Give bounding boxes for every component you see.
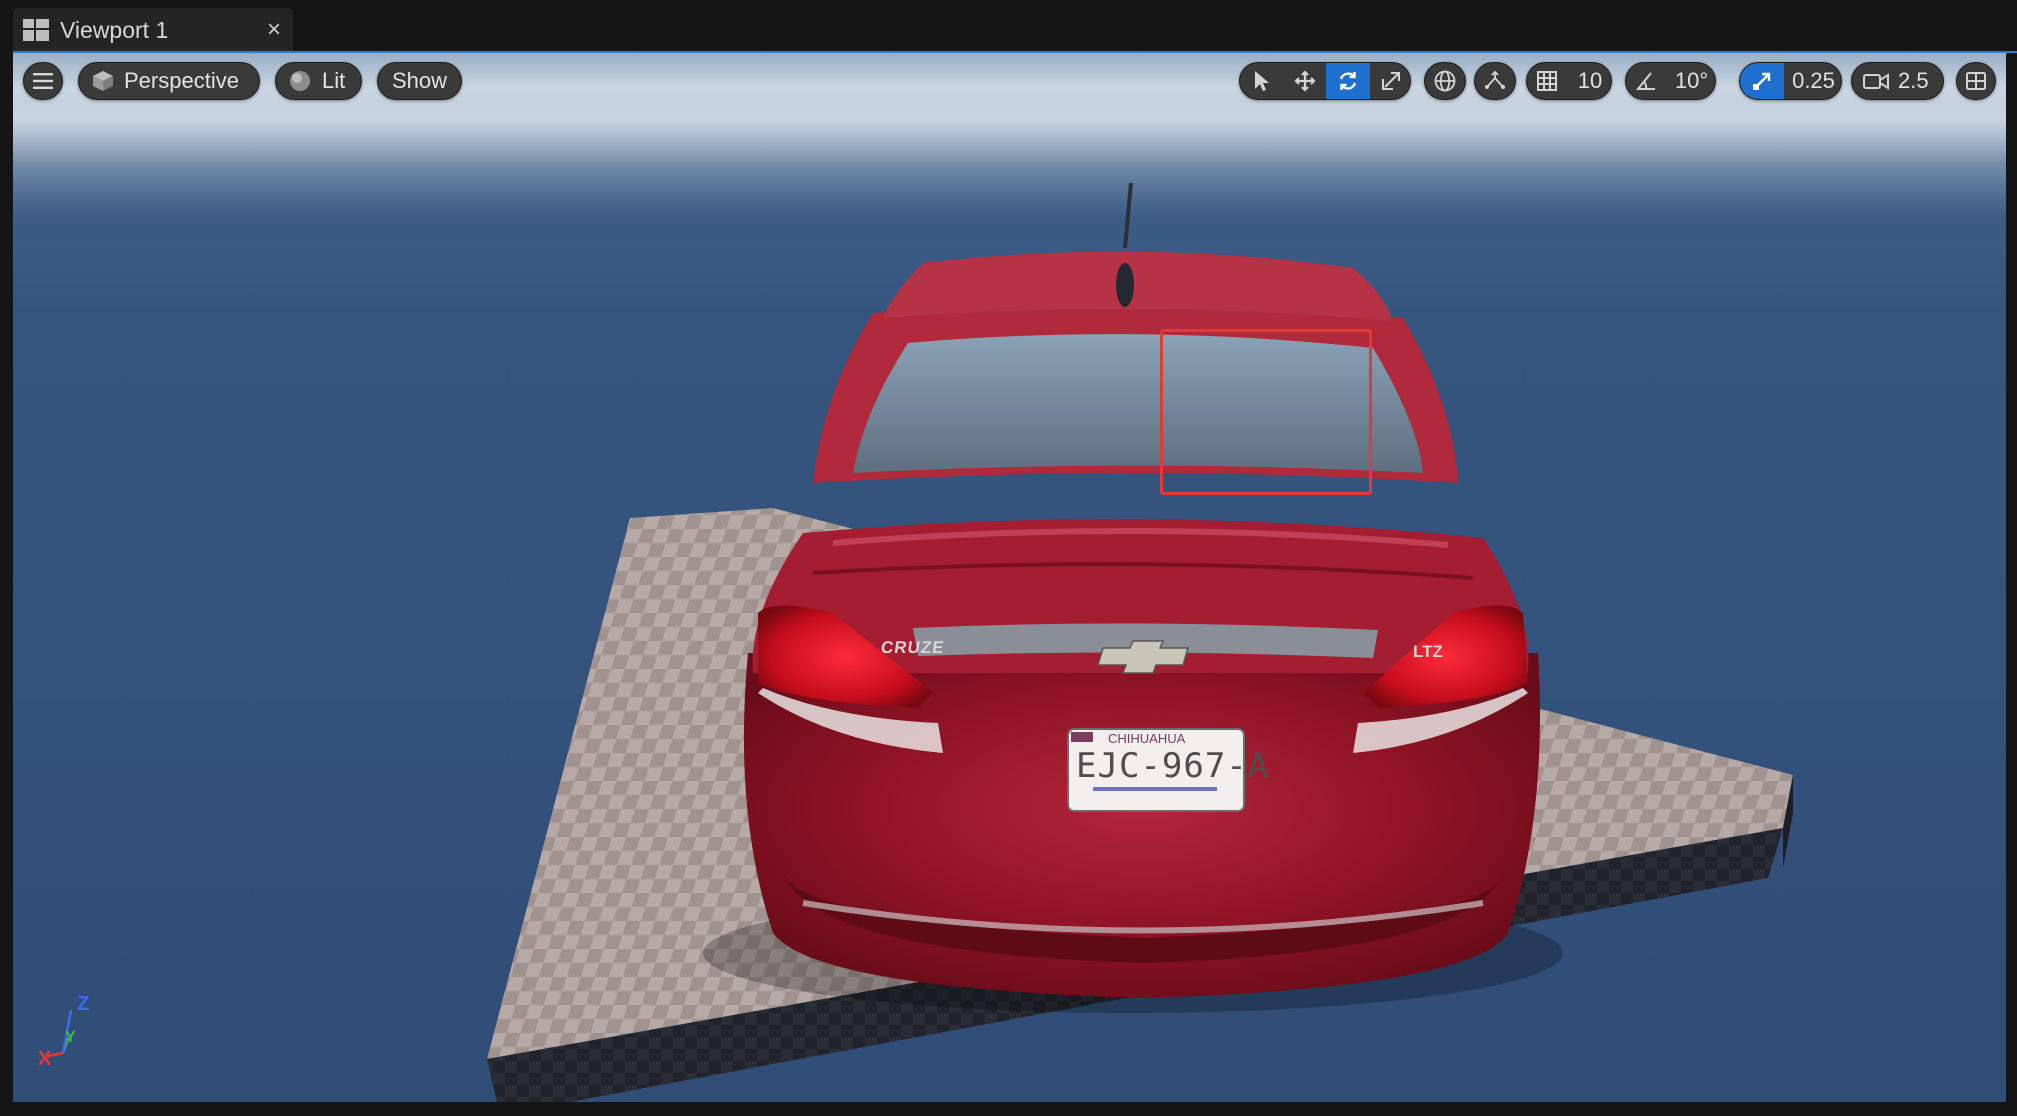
axis-y-label: Y [65, 1029, 76, 1046]
rotation-snap-value: 10° [1674, 68, 1709, 93]
scale-snap-group: 0.25 [1739, 62, 1842, 100]
close-icon[interactable]: × [259, 15, 289, 45]
scale-icon [1382, 72, 1400, 90]
rotate-icon [1339, 72, 1357, 90]
viewport-layout-button[interactable] [1956, 62, 1996, 100]
coordinate-space-button[interactable] [1424, 62, 1466, 100]
grid-snap-group: 10 [1526, 62, 1612, 100]
transform-tools-group [1239, 62, 1411, 100]
bottom-border [0, 1102, 2017, 1116]
angle-icon [1635, 72, 1655, 90]
axis-x-label: X [38, 1048, 52, 1070]
cube-icon [93, 71, 113, 91]
perspective-button[interactable]: Perspective [78, 62, 260, 100]
tab-title: Viewport 1 [60, 17, 169, 43]
perspective-label: Perspective [124, 68, 239, 93]
badge-cruze: CRUZE [879, 638, 946, 657]
lit-button[interactable]: Lit [275, 62, 362, 100]
license-plate-number: EJC-967-A [1076, 746, 1270, 786]
show-button[interactable]: Show [377, 62, 462, 100]
badge-ltz: LTZ [1413, 642, 1443, 661]
axis-gizmo: X Y Z [33, 993, 103, 1070]
scale-snap-value-button[interactable]: 0.25 [1784, 63, 1841, 99]
license-plate-region: CHIHUAHUA [1108, 731, 1186, 746]
rotation-snap-group: 10° [1625, 62, 1716, 100]
scale-snap-toggle[interactable] [1740, 63, 1784, 99]
tab-bar: Viewport 1 × [0, 0, 2017, 53]
hamburger-icon [33, 73, 53, 89]
scale-snap-icon [1753, 72, 1771, 90]
rotation-snap-value-button[interactable]: 10° [1666, 63, 1715, 99]
translate-tool-button[interactable] [1284, 63, 1326, 99]
grid-icon [1537, 71, 1557, 91]
scale-snap-value: 0.25 [1792, 68, 1835, 93]
camera-speed-button[interactable]: 2.5 [1851, 62, 1944, 100]
viewport[interactable]: CRUZE LTZ CHIHUAHUA EJC-967-A Perspectiv… [13, 53, 2006, 1102]
lit-label: Lit [322, 68, 346, 93]
rotate-tool-button[interactable] [1326, 63, 1370, 99]
sphere-icon [290, 71, 310, 91]
select-tool-button[interactable] [1240, 63, 1284, 99]
tab-viewport-1[interactable]: Viewport 1 × [13, 8, 293, 53]
layout-grid-icon [1966, 72, 1986, 90]
viewport-options-button[interactable] [23, 62, 63, 100]
scale-tool-button[interactable] [1370, 63, 1410, 99]
viewport-layout-icon [23, 19, 49, 41]
axis-z-label: Z [77, 993, 90, 1015]
rotation-snap-toggle[interactable] [1626, 63, 1666, 99]
camera-speed-value: 2.5 [1898, 68, 1929, 93]
surface-snap-icon [1485, 70, 1505, 89]
scene-render [13, 73, 2006, 1102]
camera-icon [1863, 73, 1889, 90]
show-label: Show [391, 68, 448, 93]
grid-snap-value: 10 [1577, 68, 1603, 93]
select-icon [1255, 71, 1269, 91]
surface-snapping-button[interactable] [1474, 62, 1516, 100]
grid-snap-toggle[interactable] [1527, 63, 1567, 99]
grid-snap-value-button[interactable]: 10 [1567, 63, 1611, 99]
globe-icon [1434, 70, 1456, 92]
selection-rectangle [1160, 329, 1372, 495]
translate-icon [1294, 70, 1316, 92]
